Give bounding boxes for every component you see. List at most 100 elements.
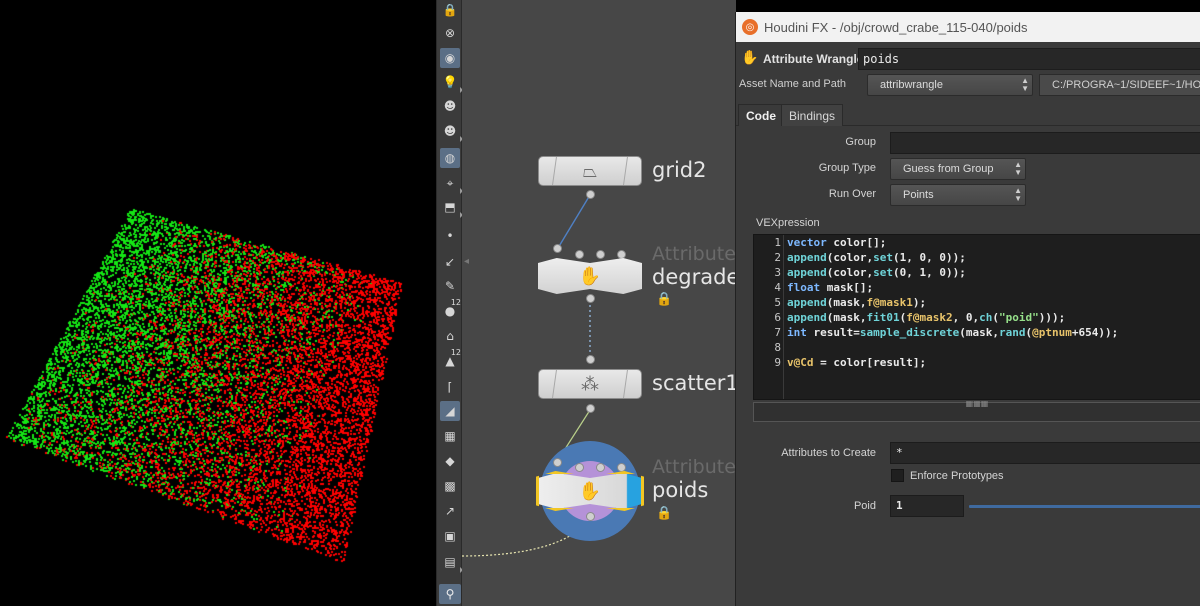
input-port[interactable] (596, 250, 605, 259)
group-field[interactable] (890, 132, 1200, 154)
point-cloud (0, 0, 436, 606)
code-line: int result=sample_discrete(mask,rand(@pt… (787, 326, 1119, 339)
lock-icon[interactable]: 🔒 (440, 0, 460, 20)
code-line: append(color,set(1, 0, 0)); (787, 251, 966, 264)
attributes-label: Attributes to Create (781, 447, 876, 459)
point-icon[interactable]: • (440, 226, 460, 246)
screenshot-icon[interactable]: ▤ (440, 552, 463, 573)
brush-icon[interactable]: ✎ (440, 276, 460, 296)
numbered-icon-2[interactable]: ▲ 12 (440, 349, 461, 371)
skull-icon[interactable]: ☻ (440, 96, 460, 116)
view-icon[interactable]: ◉ (440, 48, 460, 68)
run-over-value: Points (903, 189, 934, 201)
node-grid2[interactable]: ⏢ (537, 156, 643, 186)
updown-arrow-icon: ▲ ▼ (1014, 160, 1022, 177)
parameter-tabs: Code Bindings (736, 102, 1200, 126)
node-type-degrade: Attribute (652, 243, 736, 265)
output-port[interactable] (586, 190, 595, 199)
viewport-3d[interactable] (0, 0, 436, 606)
node-name-field[interactable]: poids (858, 48, 1200, 70)
input-port[interactable] (575, 463, 584, 472)
code-line: float mask[]; (787, 281, 874, 294)
vex-code-editor[interactable]: 1 vector color[]; 2 append(color,set(1, 0,… (753, 234, 1200, 400)
node-degrade[interactable]: ✋ (538, 258, 642, 294)
network-wires (462, 194, 640, 557)
diamond-icon[interactable]: ◆ (440, 451, 460, 471)
attributes-field[interactable]: * (890, 442, 1200, 464)
display-icon[interactable]: ◍ (440, 148, 460, 168)
enforce-label: Enforce Prototypes (910, 469, 1004, 482)
tab-bindings[interactable]: Bindings (781, 104, 844, 126)
enforce-checkbox[interactable] (891, 469, 904, 482)
viewport-toolbar: 🔒 ⊗ ◉ 💡 ☻ ☻ ◍ ⌖ ⬒ • ↙ ✎ ● 12 ⌂ ▲ 12 ⌈ ◢ ▦ … (436, 0, 463, 606)
input-port[interactable] (575, 250, 584, 259)
select-icon[interactable]: ⌖ (440, 173, 463, 194)
vexpression-label: VEXpression (756, 217, 820, 229)
parameter-window: ◎ Houdini FX - /obj/crowd_crabe_115-040/… (735, 12, 1200, 606)
updown-arrow-icon: ▲ ▼ (1014, 186, 1022, 203)
window-titlebar[interactable]: ◎ Houdini FX - /obj/crowd_crabe_115-040/… (736, 12, 1200, 42)
input-port[interactable] (553, 458, 562, 467)
enforce-prototypes-toggle[interactable]: Enforce Prototypes (891, 469, 1004, 482)
output-port[interactable] (586, 512, 595, 521)
run-over-dropdown[interactable]: Points ▲ ▼ (890, 184, 1026, 206)
close-circle-icon[interactable]: ⊗ (440, 23, 460, 43)
asset-path-field[interactable]: C:/PROGRA~1/SIDEEF~1/HOUD (1039, 74, 1200, 96)
node-scatter1[interactable]: ⁂ (537, 369, 643, 399)
group-type-value: Guess from Group (903, 163, 994, 175)
lock-icon: 🔒 (656, 506, 673, 521)
group-label: Group (845, 136, 876, 148)
corner-icon[interactable]: ⌈ (440, 377, 460, 397)
input-port[interactable] (596, 463, 605, 472)
group-type-label: Group Type (818, 162, 876, 174)
wrangle-icon: ✋ (578, 265, 602, 287)
input-port[interactable] (617, 250, 626, 259)
pin-icon[interactable]: ⚲ (439, 584, 461, 604)
mesh-icon[interactable]: ▩ (440, 476, 460, 496)
code-line: vector color[]; (787, 236, 887, 249)
network-editor[interactable]: ◂ ⏢ grid2 ✋ Attribute degrade 🔒 ⁂ scatte… (462, 0, 736, 606)
code-line: v@Cd = color[result]; (787, 356, 927, 369)
node-name-degrade: degrade (652, 265, 736, 289)
node-name-scatter1: scatter1 (652, 371, 736, 395)
texture-icon[interactable]: ◢ (440, 401, 460, 421)
edge-icon[interactable]: ↙ (440, 252, 460, 272)
output-port[interactable] (586, 404, 595, 413)
grid-icon: ⏢ (582, 160, 598, 182)
poid-field[interactable]: 1 (890, 495, 964, 517)
vector-icon[interactable]: ↗ (440, 501, 460, 521)
scatter-icon: ⁂ (581, 373, 599, 395)
code-line: append(color,set(0, 1, 0)); (787, 266, 966, 279)
run-over-label: Run Over (828, 188, 876, 200)
asset-name-value: attribwrangle (880, 79, 943, 91)
tab-code[interactable]: Code (738, 104, 784, 126)
houdini-logo-icon: ◎ (742, 19, 758, 35)
skull-icon-2[interactable]: ☻ (440, 121, 463, 142)
node-name-poids: poids (652, 478, 709, 502)
window-title: Houdini FX - /obj/crowd_crabe_115-040/po… (764, 19, 1028, 35)
wrangle-icon: ✋ (741, 50, 759, 66)
asset-row: Asset Name and Path attribwrangle ▲ ▼ C:/… (736, 72, 1200, 98)
code-line: append(mask,f@mask1); (787, 296, 927, 309)
poid-slider[interactable] (969, 505, 1200, 508)
lock-icon: 🔒 (656, 292, 673, 307)
selection-outline (536, 471, 644, 511)
output-port[interactable] (586, 294, 595, 303)
input-port[interactable] (586, 355, 595, 364)
asset-name-dropdown[interactable]: attribwrangle ▲ ▼ (867, 74, 1033, 96)
asset-label: Asset Name and Path (739, 78, 847, 90)
checker-icon[interactable]: ▦ (440, 426, 460, 446)
input-port[interactable] (617, 463, 626, 472)
operator-type-label: Attribute Wrangle (763, 52, 864, 66)
code-line: append(mask,fit01(f@mask2, 0,ch("poid"))… (787, 311, 1066, 324)
node-type-poids: Attribute (652, 456, 736, 478)
numbered-icon[interactable]: ● 12 (440, 299, 461, 321)
snap-icon[interactable]: ⬒ (440, 197, 463, 218)
input-port[interactable] (553, 244, 562, 253)
group-type-dropdown[interactable]: Guess from Group ▲ ▼ (890, 158, 1026, 180)
resize-grip-icon[interactable]: ▦▦▦ (753, 400, 1200, 408)
light-icon[interactable]: 💡 (440, 72, 463, 93)
node-name-grid2: grid2 (652, 158, 707, 182)
paint-icon[interactable]: ⌂ (440, 326, 460, 346)
camera-icon[interactable]: ▣ (440, 526, 460, 546)
